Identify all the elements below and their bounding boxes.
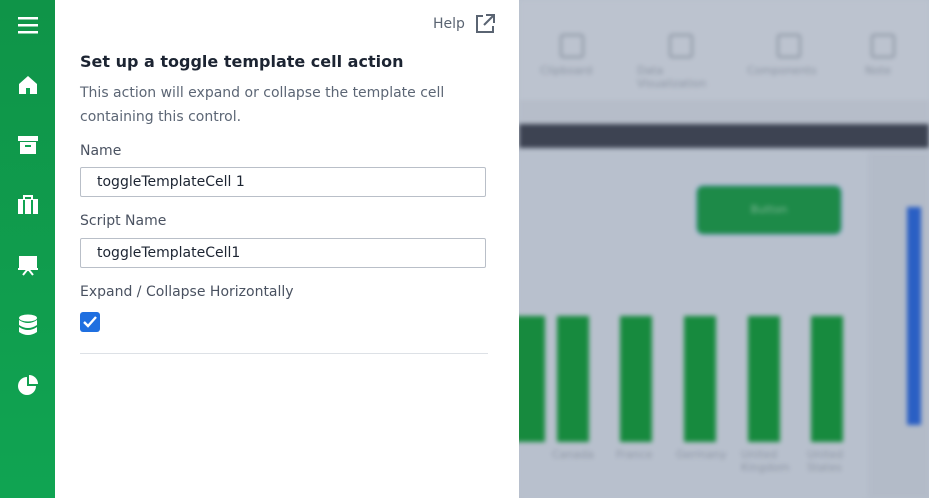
help-label: Help xyxy=(433,16,465,32)
menu-icon[interactable] xyxy=(0,5,55,45)
toolbar-clipboard: Clipboard xyxy=(540,64,593,77)
toolbar-data-visualization: Data Visualization xyxy=(637,64,707,90)
background-bar xyxy=(811,316,843,442)
script-name-label: Script Name xyxy=(80,213,167,229)
toolbar-components: Components xyxy=(747,64,817,77)
expand-collapse-checkbox[interactable] xyxy=(80,312,100,332)
panel-description: This action will expand or collapse the … xyxy=(80,85,445,125)
background-x-label: Canada xyxy=(552,448,594,461)
data-visualization-icon xyxy=(669,34,693,58)
pie-chart-icon[interactable] xyxy=(0,365,55,405)
background-ruler xyxy=(519,100,929,122)
presentation-icon[interactable] xyxy=(0,245,55,285)
components-icon xyxy=(777,34,801,58)
background-button: Button xyxy=(696,185,842,235)
help-link[interactable]: Help xyxy=(433,14,495,34)
script-name-field[interactable] xyxy=(80,238,486,268)
background-bar xyxy=(684,316,716,442)
background-header-strip xyxy=(519,124,929,148)
background-x-label: Germany xyxy=(676,448,727,461)
database-icon[interactable] xyxy=(0,305,55,345)
divider xyxy=(80,353,488,354)
home-icon[interactable] xyxy=(0,65,55,105)
toolbar-note: Note xyxy=(865,64,892,77)
background-bar xyxy=(620,316,652,442)
background-x-label: United States xyxy=(807,448,844,474)
background-toolbar: Clipboard Data Visualization Components … xyxy=(519,0,929,100)
archive-icon[interactable] xyxy=(0,125,55,165)
background-editor: Clipboard Data Visualization Components … xyxy=(513,0,929,498)
checkmark-icon xyxy=(83,316,97,328)
background-x-label: United Kingdom xyxy=(741,448,790,474)
name-label: Name xyxy=(80,143,122,159)
expand-collapse-label: Expand / Collapse Horizontally xyxy=(80,284,294,300)
name-field[interactable] xyxy=(80,167,486,197)
note-icon xyxy=(871,34,895,58)
action-setup-panel: Help Set up a toggle template cell actio… xyxy=(55,0,519,498)
panel-title: Set up a toggle template cell action xyxy=(80,52,404,71)
navigation-rail xyxy=(0,0,55,498)
background-x-label: France xyxy=(616,448,653,461)
clipboard-icon xyxy=(560,34,584,58)
background-bar xyxy=(557,316,589,442)
background-canvas: Button Canada France Germany United King… xyxy=(513,152,867,498)
background-blue-bar xyxy=(907,207,921,425)
background-bar xyxy=(748,316,780,442)
external-link-icon xyxy=(475,14,495,33)
background-side-chart xyxy=(869,152,929,498)
portfolio-icon[interactable] xyxy=(0,185,55,225)
